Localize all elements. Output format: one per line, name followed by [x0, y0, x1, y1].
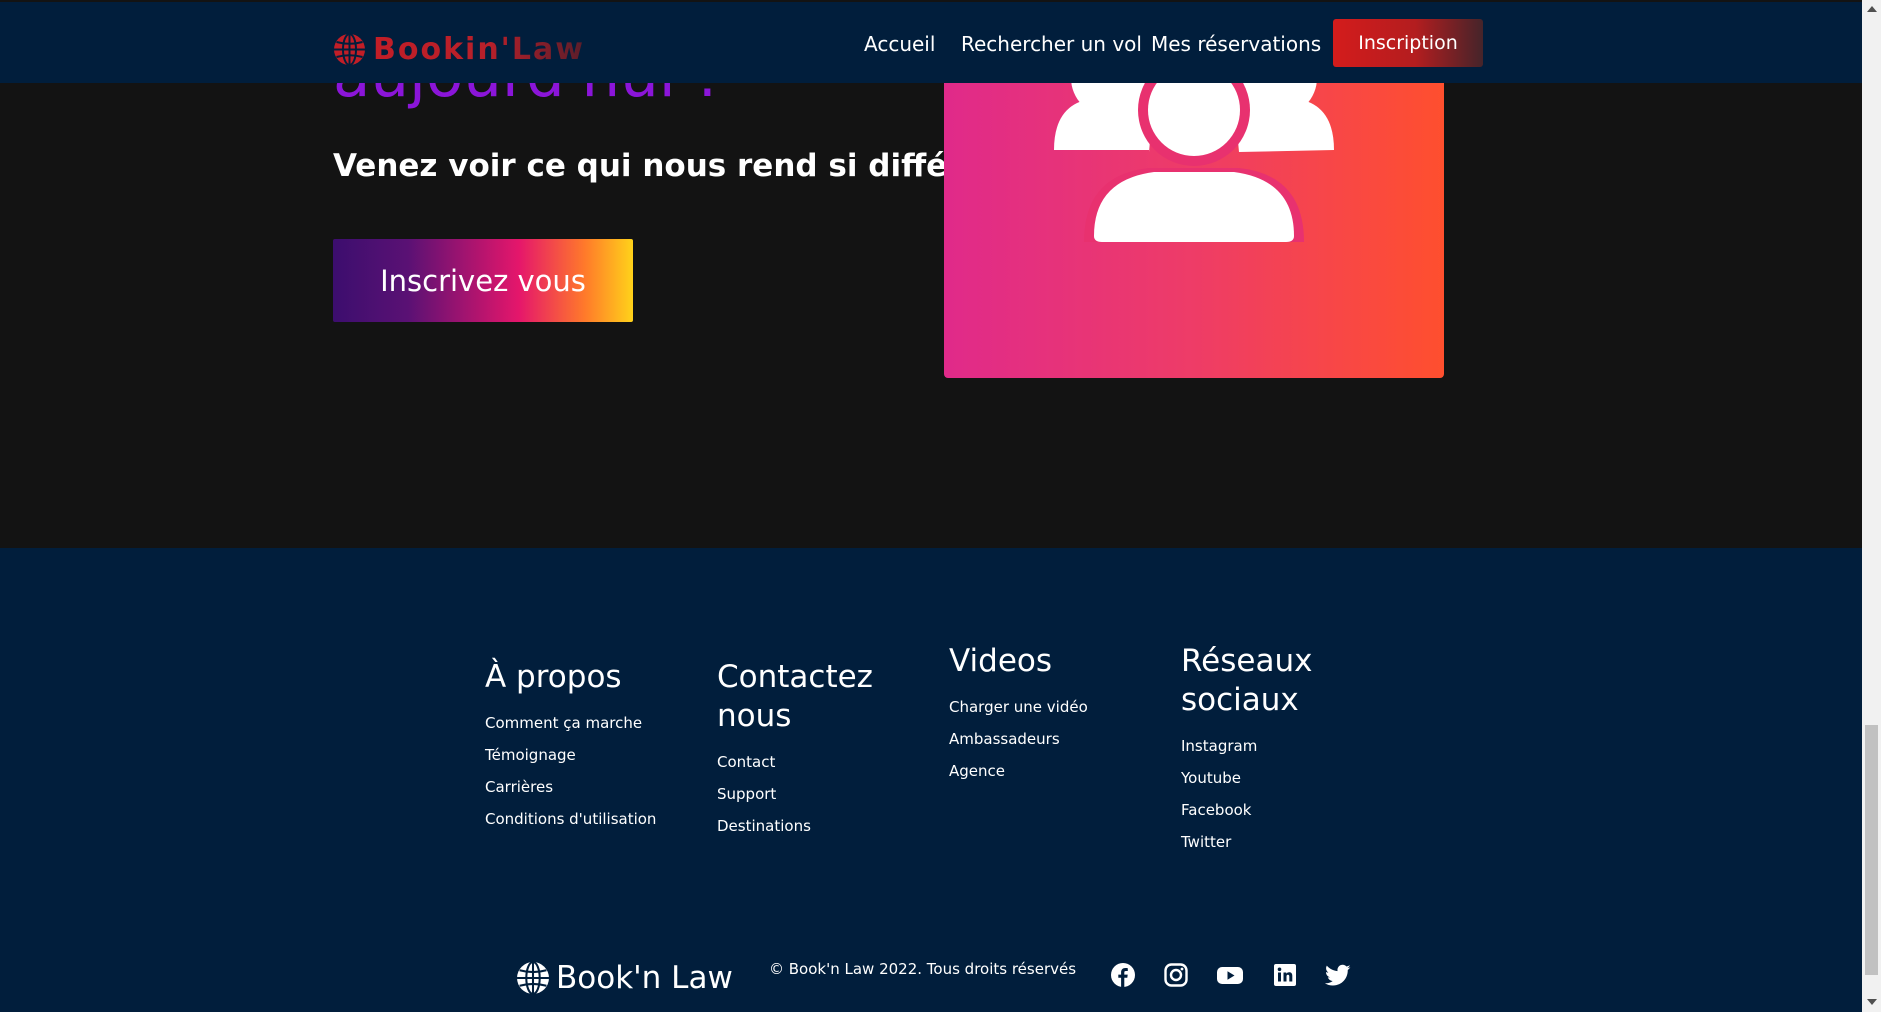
footer-column-a-propos: À propos Comment ça marche Témoignage Ca…: [485, 658, 685, 835]
footer-brand-name: Book'n Law: [556, 960, 733, 996]
list-item[interactable]: Facebook: [1181, 794, 1341, 826]
facebook-icon[interactable]: [1110, 962, 1136, 988]
nav-link-mes-reservations[interactable]: Mes réservations: [1151, 32, 1321, 56]
list-item[interactable]: Agence: [949, 755, 1149, 787]
footer-link[interactable]: Comment ça marche: [485, 714, 642, 732]
list-item[interactable]: Support: [717, 778, 887, 810]
footer-link[interactable]: Carrières: [485, 778, 553, 796]
nav-link-rechercher-vol[interactable]: Rechercher un vol: [961, 32, 1142, 56]
instagram-icon[interactable]: [1163, 962, 1189, 988]
list-item[interactable]: Carrières: [485, 771, 685, 803]
list-item[interactable]: Contact: [717, 746, 887, 778]
footer-column-title: Réseaux sociaux: [1181, 643, 1313, 718]
signup-button[interactable]: Inscription: [1333, 19, 1483, 67]
footer-link[interactable]: Ambassadeurs: [949, 730, 1060, 748]
list-item[interactable]: Ambassadeurs: [949, 723, 1149, 755]
list-item[interactable]: Destinations: [717, 810, 887, 842]
list-item[interactable]: Twitter: [1181, 826, 1341, 858]
brand-logo-link[interactable]: Bookin'Law: [333, 32, 585, 67]
list-item[interactable]: Comment ça marche: [485, 707, 685, 739]
footer-link[interactable]: Destinations: [717, 817, 811, 835]
copyright-text: © Book'n Law 2022. Tous droits réservés: [769, 960, 1077, 978]
scroll-up-arrow-icon[interactable]: [1867, 6, 1877, 12]
list-item[interactable]: Youtube: [1181, 762, 1341, 794]
footer-link[interactable]: Instagram: [1181, 737, 1257, 755]
list-item[interactable]: Conditions d'utilisation: [485, 803, 685, 835]
signup-cta-button[interactable]: Inscrivez vous: [333, 239, 633, 322]
scroll-down-arrow-icon[interactable]: [1867, 999, 1877, 1005]
footer-link[interactable]: Youtube: [1181, 769, 1241, 787]
footer-link[interactable]: Twitter: [1181, 833, 1231, 851]
footer-column-reseaux-sociaux: Réseaux sociaux Instagram Youtube Facebo…: [1181, 642, 1341, 858]
list-item[interactable]: Instagram: [1181, 730, 1341, 762]
scrollbar-thumb[interactable]: [1865, 725, 1878, 975]
globe-icon: [334, 33, 365, 66]
youtube-icon[interactable]: [1216, 962, 1244, 988]
footer-column-contactez-nous: Contactez nous Contact Support Destinati…: [717, 658, 887, 842]
top-navbar: Bookin'Law Accueil Rechercher un vol Mes…: [0, 2, 1862, 83]
footer-link[interactable]: Support: [717, 785, 776, 803]
linkedin-icon[interactable]: [1272, 962, 1298, 988]
hero-subtitle: Venez voir ce qui nous rend si différent: [333, 148, 1021, 184]
footer-link[interactable]: Conditions d'utilisation: [485, 810, 656, 828]
footer-link[interactable]: Charger une vidéo: [949, 698, 1088, 716]
footer-column-title: Contactez nous: [717, 659, 873, 734]
globe-icon: [517, 961, 549, 995]
footer-column-videos: Videos Charger une vidéo Ambassadeurs Ag…: [949, 642, 1149, 787]
list-item[interactable]: Témoignage: [485, 739, 685, 771]
twitter-icon[interactable]: [1324, 962, 1351, 988]
footer-link[interactable]: Facebook: [1181, 801, 1251, 819]
page-scrollbar[interactable]: [1862, 0, 1881, 1012]
footer-link[interactable]: Témoignage: [485, 746, 576, 764]
brand-name: Bookin'Law: [373, 32, 585, 67]
list-item[interactable]: Charger une vidéo: [949, 691, 1149, 723]
footer-brand-link[interactable]: Book'n Law: [516, 960, 733, 996]
nav-link-accueil[interactable]: Accueil: [864, 32, 935, 56]
footer: À propos Comment ça marche Témoignage Ca…: [0, 548, 1862, 1012]
footer-column-title: Videos: [949, 643, 1053, 679]
footer-column-title: À propos: [485, 659, 622, 695]
footer-link[interactable]: Agence: [949, 762, 1005, 780]
footer-link[interactable]: Contact: [717, 753, 775, 771]
